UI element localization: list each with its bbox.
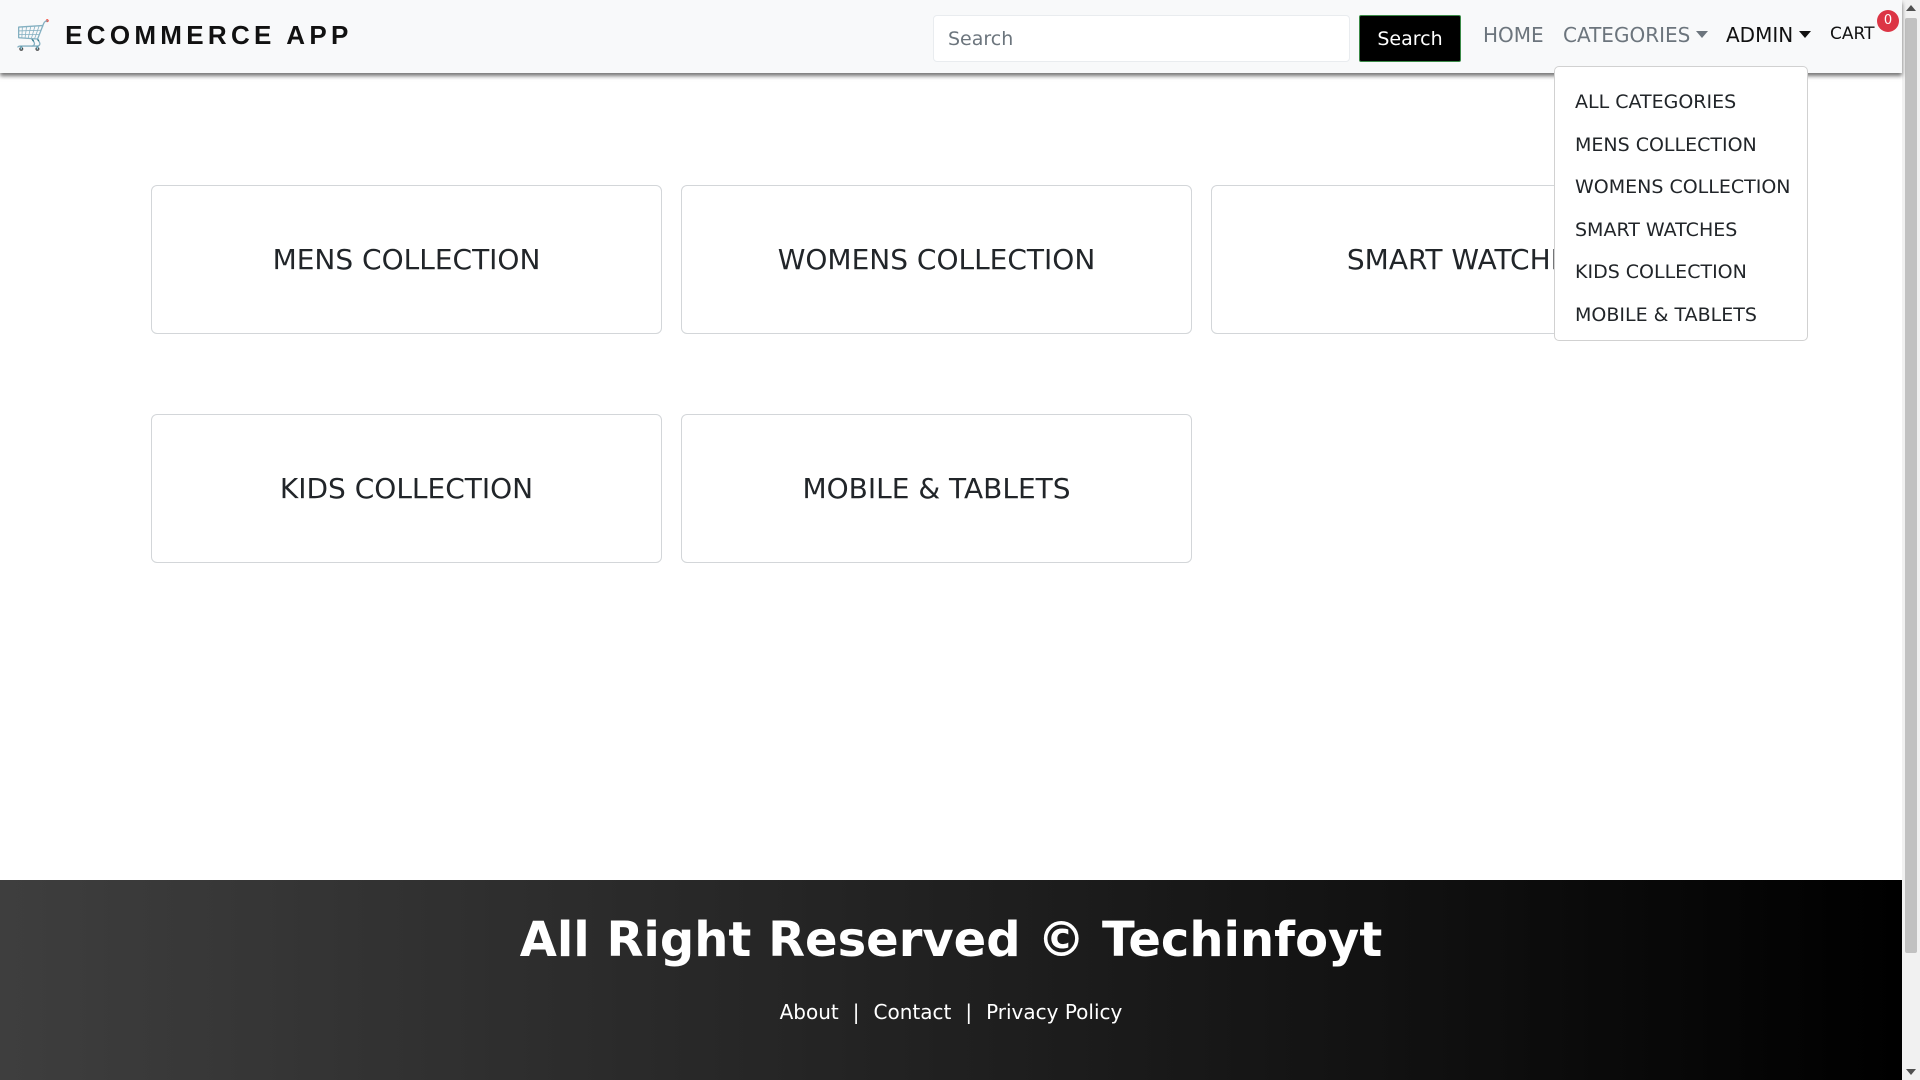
navbar: 🛒 ECOMMERCE APP Search HOME CATEGORIES A… [0,0,1902,73]
page-scrollbar[interactable] [1902,0,1920,1080]
caret-down-icon [1696,31,1709,38]
shopping-cart-icon: 🛒 [15,18,52,52]
nav-home-link[interactable]: HOME [1483,20,1544,50]
dropdown-item-kids-collection[interactable]: KIDS COLLECTION [1555,251,1807,294]
category-card-mobile-tablets[interactable]: MOBILE & TABLETS [681,414,1192,563]
footer-links: About | Contact | Privacy Policy [0,1000,1902,1024]
caret-down-icon [1799,31,1812,38]
category-card-mens[interactable]: MENS COLLECTION [151,185,662,334]
category-card-title: MENS COLLECTION [272,243,541,276]
search-input[interactable] [933,15,1350,62]
footer-separator: | [965,1000,973,1024]
scrollbar-thumb[interactable] [1905,18,1917,953]
brand[interactable]: 🛒 ECOMMERCE APP [15,19,353,51]
scroll-up-arrow-icon[interactable] [1906,5,1916,11]
footer-separator: | [852,1000,860,1024]
nav-admin-dropdown[interactable]: ADMIN [1726,20,1812,50]
nav-categories-label: CATEGORIES [1563,23,1691,47]
category-card-title: MOBILE & TABLETS [802,472,1071,505]
nav-categories-dropdown[interactable]: CATEGORIES [1563,20,1709,50]
dropdown-item-smart-watches[interactable]: SMART WATCHES [1555,209,1807,252]
dropdown-item-mobile-tablets[interactable]: MOBILE & TABLETS [1555,294,1807,337]
category-card-title: SMART WATCHES [1346,243,1587,276]
category-card-womens[interactable]: WOMENS COLLECTION [681,185,1192,334]
cart-count-badge: 0 [1877,10,1899,32]
category-card-title: WOMENS COLLECTION [777,243,1096,276]
footer-about-link[interactable]: About [780,1000,839,1024]
footer-contact-link[interactable]: Contact [874,1000,952,1024]
categories-dropdown-menu: ALL CATEGORIES MENS COLLECTION WOMENS CO… [1554,66,1808,341]
category-card-kids[interactable]: KIDS COLLECTION [151,414,662,563]
dropdown-item-womens-collection[interactable]: WOMENS COLLECTION [1555,166,1807,209]
scroll-down-arrow-icon[interactable] [1906,1069,1916,1075]
category-card-title: KIDS COLLECTION [279,472,534,505]
brand-name[interactable]: ECOMMERCE APP [65,20,353,51]
footer-privacy-policy-link[interactable]: Privacy Policy [986,1000,1122,1024]
dropdown-item-all-categories[interactable]: ALL CATEGORIES [1555,81,1807,124]
nav-admin-label: ADMIN [1726,23,1794,47]
footer-copyright: All Right Reserved © Techinfoyt [519,912,1383,968]
nav-cart-link[interactable]: CART [1830,24,1874,44]
dropdown-item-mens-collection[interactable]: MENS COLLECTION [1555,124,1807,167]
search-button[interactable]: Search [1359,15,1461,62]
footer: All Right Reserved © Techinfoyt About | Co… [0,880,1902,1080]
